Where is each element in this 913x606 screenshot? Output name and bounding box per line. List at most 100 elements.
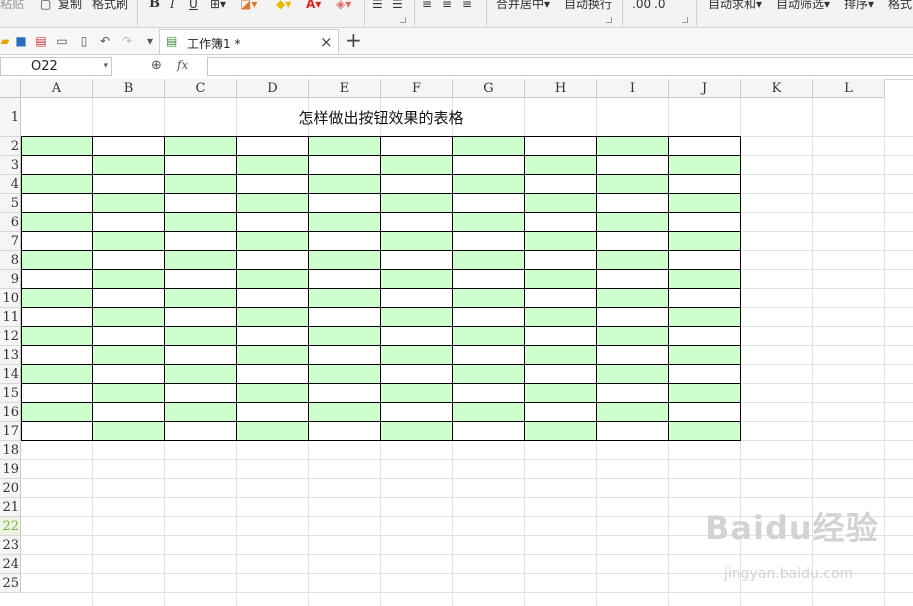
table-cell[interactable] (309, 308, 381, 327)
row-header[interactable]: 4 (0, 175, 21, 194)
table-cell[interactable] (21, 403, 93, 422)
table-cell[interactable] (525, 251, 597, 270)
table-cell[interactable] (21, 270, 93, 289)
table-cell[interactable] (165, 194, 237, 213)
table-cell[interactable] (669, 232, 741, 251)
table-cell[interactable] (669, 346, 741, 365)
table-cell[interactable] (597, 136, 669, 156)
table-cell[interactable] (381, 232, 453, 251)
redo-icon[interactable]: ↷ (119, 33, 135, 49)
table-cell[interactable] (93, 156, 165, 175)
table-cell[interactable] (453, 346, 525, 365)
table-cell[interactable] (525, 365, 597, 384)
table-cell[interactable] (165, 403, 237, 422)
table-cell[interactable] (237, 232, 309, 251)
table-cell[interactable] (381, 308, 453, 327)
row-header[interactable]: 24 (0, 555, 21, 574)
table-cell[interactable] (237, 213, 309, 232)
row-header[interactable]: 8 (0, 251, 21, 270)
table-cell[interactable] (93, 175, 165, 194)
clear-format-icon[interactable]: ◈▾ (336, 0, 351, 14)
row-header[interactable]: 5 (0, 194, 21, 213)
row-header[interactable]: 3 (0, 156, 21, 175)
table-cell[interactable] (93, 308, 165, 327)
table-cell[interactable] (525, 289, 597, 308)
table-cell[interactable] (453, 384, 525, 403)
row-header[interactable]: 2 (0, 137, 21, 156)
table-cell[interactable] (237, 175, 309, 194)
table-cell[interactable] (597, 232, 669, 251)
column-header[interactable]: K (741, 79, 813, 98)
table-cell[interactable] (237, 136, 309, 156)
align-center-icon[interactable]: ≡ (442, 0, 452, 14)
table-cell[interactable] (597, 251, 669, 270)
table-cell[interactable] (237, 251, 309, 270)
sheet-title[interactable]: 怎样做出按钮效果的表格 (21, 98, 741, 137)
table-cell[interactable] (237, 156, 309, 175)
table-cell[interactable] (165, 308, 237, 327)
table-cell[interactable] (669, 194, 741, 213)
table-cell[interactable] (237, 365, 309, 384)
merge-center-button[interactable]: 合并居中▾ (496, 0, 550, 14)
column-header[interactable]: L (813, 79, 885, 98)
table-cell[interactable] (309, 384, 381, 403)
table-cell[interactable] (525, 156, 597, 175)
formula-input[interactable] (207, 57, 913, 76)
table-cell[interactable] (309, 346, 381, 365)
row-header[interactable]: 23 (0, 536, 21, 555)
table-cell[interactable] (525, 194, 597, 213)
font-color-icon[interactable]: A▾ (306, 0, 321, 14)
table-cell[interactable] (453, 213, 525, 232)
table-cell[interactable] (381, 251, 453, 270)
select-all-corner[interactable] (0, 79, 21, 98)
table-cell[interactable] (453, 156, 525, 175)
table-cell[interactable] (669, 289, 741, 308)
table-cell[interactable] (669, 422, 741, 441)
table-cell[interactable] (309, 194, 381, 213)
fx-icon[interactable]: fx (177, 58, 188, 72)
table-cell[interactable] (525, 422, 597, 441)
table-cell[interactable] (93, 251, 165, 270)
row-header[interactable]: 12 (0, 327, 21, 346)
table-cell[interactable] (597, 308, 669, 327)
table-cell[interactable] (21, 194, 93, 213)
table-cell[interactable] (21, 422, 93, 441)
table-cell[interactable] (381, 136, 453, 156)
auto-filter-button[interactable]: 自动筛选▾ (776, 0, 830, 14)
new-tab-icon[interactable]: + (345, 28, 362, 52)
table-cell[interactable] (165, 270, 237, 289)
table-cell[interactable] (165, 251, 237, 270)
table-cell[interactable] (597, 327, 669, 346)
dialog-launcher-icon[interactable] (606, 17, 612, 23)
tab-workbook1[interactable]: ▤ 工作簿1 * × (159, 29, 339, 54)
column-header[interactable]: A (21, 79, 93, 98)
table-cell[interactable] (93, 365, 165, 384)
table-cell[interactable] (309, 270, 381, 289)
table-cell[interactable] (597, 270, 669, 289)
table-cell[interactable] (453, 251, 525, 270)
table-cell[interactable] (381, 403, 453, 422)
table-cell[interactable] (237, 422, 309, 441)
table-cell[interactable] (597, 403, 669, 422)
table-cell[interactable] (597, 156, 669, 175)
print-icon[interactable]: ▭ (54, 33, 70, 49)
column-header[interactable]: D (237, 79, 309, 98)
table-cell[interactable] (525, 308, 597, 327)
table-cell[interactable] (381, 422, 453, 441)
table-cell[interactable] (309, 251, 381, 270)
row-header[interactable]: 10 (0, 289, 21, 308)
table-cell[interactable] (453, 270, 525, 289)
column-header[interactable]: B (93, 79, 165, 98)
column-header[interactable]: E (309, 79, 381, 98)
table-cell[interactable] (525, 403, 597, 422)
table-cell[interactable] (21, 213, 93, 232)
border-icon[interactable]: ⊞▾ (210, 0, 226, 14)
table-cell[interactable] (21, 365, 93, 384)
table-cell[interactable] (309, 213, 381, 232)
table-cell[interactable] (165, 289, 237, 308)
table-cell[interactable] (21, 136, 93, 156)
table-cell[interactable] (93, 327, 165, 346)
table-cell[interactable] (525, 384, 597, 403)
table-cell[interactable] (453, 403, 525, 422)
column-header[interactable]: I (597, 79, 669, 98)
